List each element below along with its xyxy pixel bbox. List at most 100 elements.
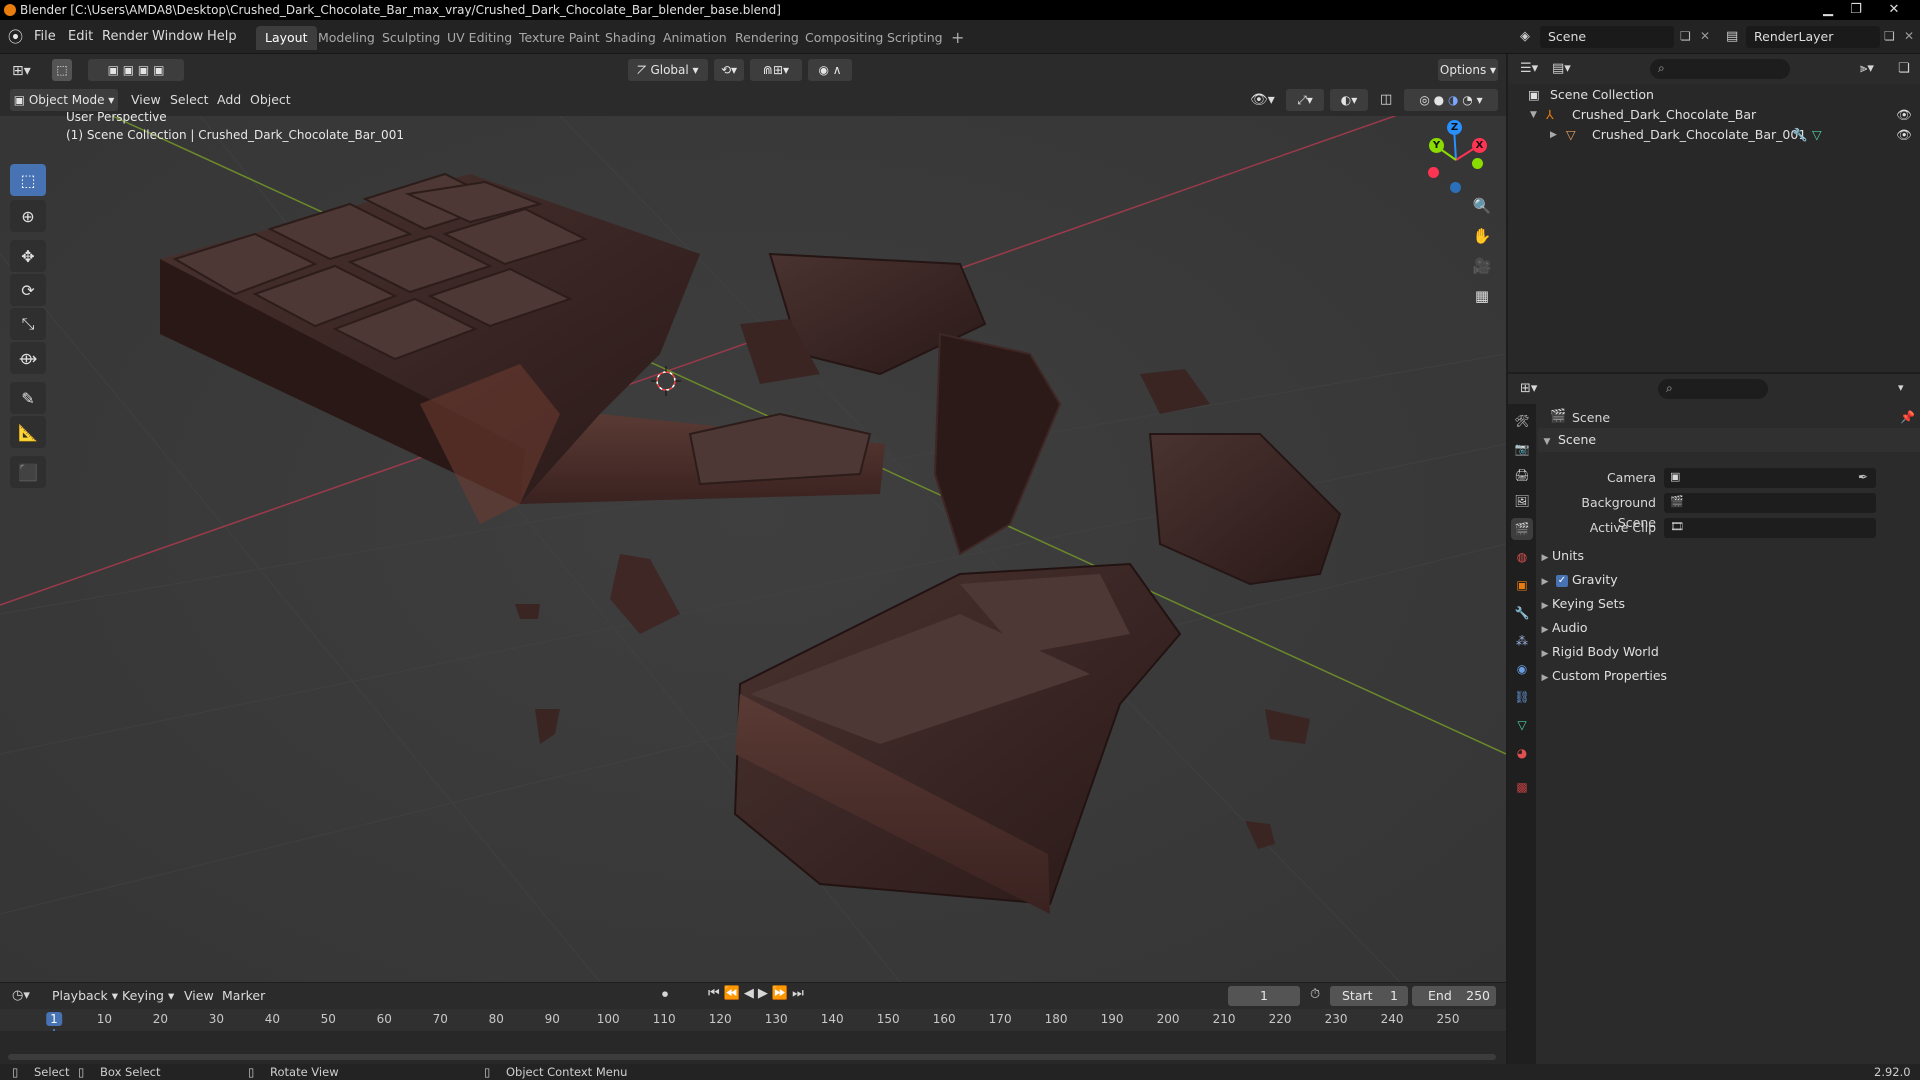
- record-keyframe-icon[interactable]: ⏺: [662, 987, 668, 1002]
- play-icon[interactable]: ▶: [758, 986, 772, 1001]
- outliner-row-collection[interactable]: ▼ ⅄ Crushed_Dark_Chocolate_Bar 👁: [1508, 105, 1920, 125]
- timeline-menu-keying[interactable]: Keying ▾: [122, 985, 174, 1007]
- pivot-point-icon[interactable]: ⟲▾: [714, 59, 744, 81]
- eyedropper-icon[interactable]: ✒: [1858, 470, 1868, 484]
- viewport-menu-add[interactable]: Add: [217, 89, 241, 111]
- outliner-editor-type-icon[interactable]: ☰▾: [1520, 61, 1538, 76]
- new-scene-icon[interactable]: ❏: [1680, 29, 1691, 43]
- filter-icon[interactable]: ⫸▾: [1860, 61, 1874, 76]
- zoom-icon[interactable]: 🔍: [1470, 194, 1494, 218]
- transform-orientation-dropdown[interactable]: ⦢ Global ▾: [628, 59, 708, 81]
- menu-edit[interactable]: Edit: [62, 28, 99, 46]
- tab-animation[interactable]: Animation: [654, 26, 736, 50]
- camera-view-icon[interactable]: 🎥: [1470, 254, 1494, 278]
- visibility-icon[interactable]: 👁▾: [1250, 89, 1275, 111]
- panel-units-header[interactable]: ▶ Units: [1538, 544, 1920, 568]
- output-tab-icon[interactable]: 🖨: [1511, 464, 1533, 486]
- tab-scripting[interactable]: Scripting: [878, 26, 952, 50]
- pin-icon[interactable]: 📌: [1900, 410, 1915, 424]
- gizmo-neg-z-axis[interactable]: [1450, 182, 1461, 193]
- rotate-tool-icon[interactable]: ⟳: [10, 274, 46, 306]
- proportional-edit-icon[interactable]: ◉ ∧: [808, 59, 852, 81]
- jump-start-icon[interactable]: ⏮: [708, 986, 724, 1001]
- 3d-viewport[interactable]: ⊞▾ ⬚ ▣ ▣ ▣ ▣ ⦢ Global ▾ ⟲▾ ⋒⊞▾ ◉ ∧ Optio…: [0, 54, 1506, 982]
- display-mode-icon[interactable]: ▤▾: [1552, 61, 1571, 76]
- transform-tool-icon[interactable]: ⟴: [10, 342, 46, 374]
- object-tab-icon[interactable]: ▣: [1511, 574, 1533, 596]
- prev-keyframe-icon[interactable]: ⏪: [724, 986, 744, 1001]
- view-layer-selector[interactable]: RenderLayer: [1746, 26, 1880, 48]
- constraints-tab-icon[interactable]: ⛓: [1511, 686, 1533, 708]
- end-frame-field[interactable]: End 250: [1412, 986, 1496, 1006]
- shading-mode-buttons[interactable]: ◎ ● ◑ ◔ ▾: [1404, 89, 1498, 111]
- close-button[interactable]: ✕: [1880, 0, 1908, 18]
- start-frame-field[interactable]: Start 1: [1330, 986, 1408, 1006]
- timeline-editor-type-icon[interactable]: ◷▾: [12, 988, 30, 1003]
- menu-window[interactable]: Window: [146, 28, 209, 46]
- data-tab-icon[interactable]: ▽: [1511, 714, 1533, 736]
- timeline-menu-marker[interactable]: Marker: [222, 985, 265, 1007]
- perspective-toggle-icon[interactable]: ▦: [1470, 284, 1494, 308]
- timeline-track-area[interactable]: [0, 1031, 1506, 1064]
- jump-end-icon[interactable]: ⏭: [792, 986, 808, 1001]
- texture-tab-icon[interactable]: ▩: [1511, 776, 1533, 798]
- menu-file[interactable]: File: [28, 28, 62, 46]
- viewport-menu-select[interactable]: Select: [170, 89, 209, 111]
- gizmo-neg-x-axis[interactable]: [1428, 167, 1439, 178]
- add-workspace-button[interactable]: +: [942, 26, 973, 50]
- particles-tab-icon[interactable]: ⁂: [1511, 630, 1533, 652]
- expand-arrow-icon[interactable]: ▼: [1530, 105, 1537, 125]
- camera-field[interactable]: ▣ ✒: [1664, 468, 1876, 488]
- outliner-search-input[interactable]: ⌕: [1650, 59, 1790, 79]
- gizmo-x-axis[interactable]: X: [1472, 138, 1487, 153]
- modifier-wrench-icon[interactable]: 🔧: [1792, 125, 1808, 145]
- current-frame-field[interactable]: 1: [1228, 986, 1300, 1006]
- world-tab-icon[interactable]: ◍: [1511, 546, 1533, 568]
- scene-tab-icon[interactable]: 🎬: [1511, 518, 1533, 540]
- maximize-button[interactable]: ❐: [1842, 0, 1870, 18]
- panel-custom-properties-header[interactable]: ▶ Custom Properties: [1538, 664, 1920, 688]
- playback-controls[interactable]: ⏮⏪◀▶⏩⏭: [708, 986, 808, 1001]
- tool-tab-icon[interactable]: 🛠: [1511, 410, 1533, 432]
- gizmo-y-axis[interactable]: Y: [1429, 138, 1444, 153]
- gizmo-z-axis[interactable]: Z: [1447, 120, 1462, 135]
- visibility-eye-icon[interactable]: 👁: [1896, 105, 1912, 125]
- material-tab-icon[interactable]: ◕: [1511, 742, 1533, 764]
- scene-selector[interactable]: Scene: [1540, 26, 1674, 48]
- add-cube-tool-icon[interactable]: ⬛: [10, 456, 46, 488]
- properties-search-input[interactable]: ⌕: [1658, 379, 1768, 399]
- playhead-frame-indicator[interactable]: 1: [46, 1012, 62, 1026]
- viewport-menu-object[interactable]: Object: [250, 89, 291, 111]
- physics-tab-icon[interactable]: ◉: [1511, 658, 1533, 680]
- select-extend-icon[interactable]: ▣: [123, 63, 134, 77]
- minimize-button[interactable]: ▁: [1814, 0, 1842, 18]
- tab-layout[interactable]: Layout: [256, 26, 317, 50]
- menu-help[interactable]: Help: [201, 28, 243, 46]
- material-shading-icon[interactable]: ◑: [1448, 93, 1458, 107]
- selection-mode-buttons[interactable]: ▣ ▣ ▣ ▣: [88, 59, 184, 81]
- viewport-scene[interactable]: [0, 54, 1506, 982]
- rendered-shading-icon[interactable]: ◔: [1462, 93, 1472, 107]
- blender-menu-icon[interactable]: ⦿: [8, 29, 26, 45]
- outliner-row-scene-collection[interactable]: ▣ Scene Collection: [1508, 85, 1920, 105]
- measure-tool-icon[interactable]: 📐: [10, 416, 46, 448]
- viewport-menu-view[interactable]: View: [131, 89, 161, 111]
- background-scene-field[interactable]: 🎬: [1664, 493, 1876, 513]
- move-tool-icon[interactable]: ✥: [10, 240, 46, 272]
- active-clip-field[interactable]: 🎞: [1664, 518, 1876, 538]
- cursor-tool-icon[interactable]: ⊕: [10, 200, 46, 232]
- visibility-eye-icon[interactable]: 👁: [1896, 125, 1912, 145]
- stopwatch-icon[interactable]: ⏱: [1310, 987, 1320, 1002]
- mode-dropdown[interactable]: ▣ Object Mode ▾: [10, 89, 118, 111]
- scale-tool-icon[interactable]: ⤡: [10, 308, 46, 340]
- tab-texture-paint[interactable]: Texture Paint: [510, 26, 609, 50]
- panel-keying-sets-header[interactable]: ▶ Keying Sets: [1538, 592, 1920, 616]
- gravity-checkbox[interactable]: ✓: [1555, 574, 1568, 587]
- gizmo-neg-y-axis[interactable]: [1472, 158, 1483, 169]
- new-collection-icon[interactable]: ❏: [1898, 61, 1910, 76]
- properties-editor-type-icon[interactable]: ⊞▾: [1520, 381, 1537, 396]
- chevron-down-icon[interactable]: ▾: [1898, 381, 1904, 394]
- modifier-tab-icon[interactable]: 🔧: [1511, 602, 1533, 624]
- overlay-toggle-icon[interactable]: ◐▾: [1330, 89, 1368, 111]
- timeline-scrollbar[interactable]: [8, 1054, 1496, 1060]
